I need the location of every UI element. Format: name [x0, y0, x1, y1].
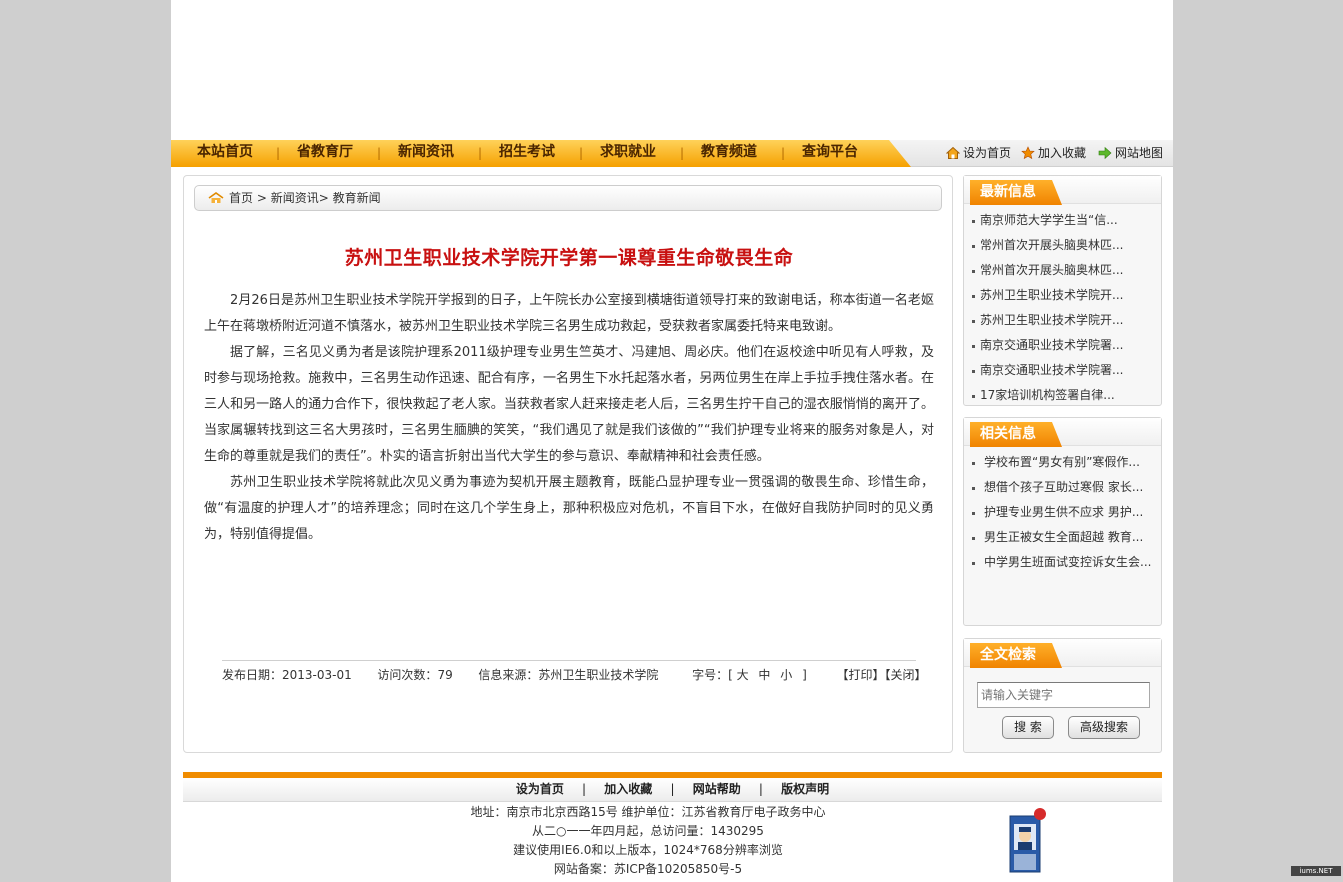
nav-item-employment[interactable]: 求职就业 — [600, 140, 656, 167]
close-button[interactable]: 【关闭】 — [884, 668, 926, 682]
related-info-title: 相关信息 — [970, 422, 1062, 447]
nav-separator: | — [276, 146, 281, 160]
font-size-bracket: ] — [802, 668, 807, 682]
nav-separator: | — [781, 146, 786, 160]
breadcrumb-home[interactable]: 首页 — [229, 191, 253, 205]
related-item[interactable]: 男生正被女生全面超越 教育... — [964, 525, 1161, 550]
visit-count: 79 — [437, 668, 453, 682]
footer-icp: 网站备案：苏ICP备10205850号-5 — [553, 862, 743, 876]
font-small-button[interactable]: 小 — [780, 668, 792, 682]
article-meta: 发布日期：2013-03-01 访问次数：79 信息来源：苏州卫生职业技术学院 … — [222, 660, 926, 683]
home-icon — [946, 146, 960, 159]
font-size-label: 字号：[ — [692, 668, 733, 682]
breadcrumb-current[interactable]: 教育新闻 — [333, 191, 381, 205]
watermark: iums.NET — [1291, 866, 1341, 876]
related-item[interactable]: 中学男生班面试变控诉女生会... — [964, 550, 1161, 575]
related-item[interactable]: 想借个孩子互助过寒假 家长... — [964, 475, 1161, 500]
green-arrow-icon — [1098, 146, 1112, 160]
set-homepage-label: 设为首页 — [963, 146, 1012, 160]
article-source: 苏州卫生职业技术学院 — [538, 668, 659, 682]
publish-date-label: 发布日期： — [222, 668, 283, 682]
latest-info-title: 最新信息 — [970, 180, 1062, 205]
footer-add-favorite[interactable]: 加入收藏 — [604, 782, 652, 796]
breadcrumb: 首页 > 新闻资讯> 教育新闻 — [194, 185, 942, 211]
font-large-button[interactable]: 大 — [737, 668, 749, 682]
latest-item[interactable]: 常州首次开展头脑奥林匹... — [964, 258, 1161, 283]
police-badge-icon[interactable] — [1008, 806, 1048, 876]
latest-item[interactable]: 南京交通职业技术学院署... — [964, 333, 1161, 358]
footer-links: 设为首页 | 加入收藏 | 网站帮助 | 版权声明 — [183, 772, 1162, 802]
related-info-list: 学校布置“男女有别”寒假作... 想借个孩子互助过寒假 家长... 护理专业男生… — [964, 446, 1161, 575]
latest-item[interactable]: 苏州卫生职业技术学院开... — [964, 283, 1161, 308]
latest-item[interactable]: 南京师范大学学生当“信... — [964, 208, 1161, 233]
search-title: 全文检索 — [970, 643, 1062, 668]
related-info-header: 相关信息 — [964, 418, 1161, 447]
header-banner — [171, 0, 1173, 140]
latest-info-header: 最新信息 — [964, 176, 1161, 205]
search-input[interactable] — [977, 682, 1150, 708]
visits-label: 访问次数： — [377, 668, 438, 682]
home-icon — [208, 192, 224, 203]
latest-item[interactable]: 常州首次开展头脑奥林匹... — [964, 233, 1161, 258]
article-paragraph: 苏州卫生职业技术学院将就此次见义勇为事迹为契机开展主题教育，既能凸显护理专业一贯… — [204, 475, 934, 542]
nav-item-news[interactable]: 新闻资讯 — [398, 140, 454, 167]
nav-separator: | — [377, 146, 382, 160]
page: 本站首页 | 省教育厅 | 新闻资讯 | 招生考试 | 求职就业 | 教育频道 … — [171, 0, 1173, 882]
nav-item-home[interactable]: 本站首页 — [197, 140, 253, 167]
set-homepage-link[interactable]: 设为首页 — [946, 140, 1011, 167]
publish-date: 2013-03-01 — [282, 668, 352, 682]
add-favorite-link[interactable]: 加入收藏 — [1021, 140, 1086, 167]
footer-separator: | — [758, 782, 763, 796]
fulltext-search-panel: 全文检索 搜 索 高级搜索 — [963, 638, 1162, 753]
font-medium-button[interactable]: 中 — [758, 668, 770, 682]
footer-address: 地址：南京市北京西路15号 维护单位：江苏省教育厅电子政务中心 — [470, 805, 826, 819]
nav-separator: | — [680, 146, 685, 160]
footer-info: 地址：南京市北京西路15号 维护单位：江苏省教育厅电子政务中心 从二○一一年四月… — [183, 803, 1113, 879]
article-paragraph: 据了解，三名见义勇为者是该院护理系2011级护理专业男生竺英才、冯建旭、周必庆。… — [204, 345, 934, 464]
latest-item[interactable]: 南京交通职业技术学院署... — [964, 358, 1161, 383]
footer-set-homepage[interactable]: 设为首页 — [516, 782, 564, 796]
footer-visit-count: 从二○一一年四月起，总访问量：1430295 — [532, 824, 764, 838]
latest-item[interactable]: 苏州卫生职业技术学院开... — [964, 308, 1161, 333]
sitemap-link[interactable]: 网站地图 — [1098, 140, 1163, 167]
main-nav: 本站首页 | 省教育厅 | 新闻资讯 | 招生考试 | 求职就业 | 教育频道 … — [171, 140, 1173, 167]
nav-separator: | — [579, 146, 584, 160]
footer-copyright[interactable]: 版权声明 — [781, 782, 829, 796]
footer-separator: | — [582, 782, 587, 796]
source-label: 信息来源： — [478, 668, 539, 682]
latest-info-panel: 最新信息 南京师范大学学生当“信... 常州首次开展头脑奥林匹... 常州首次开… — [963, 175, 1162, 406]
article-title: 苏州卫生职业技术学院开学第一课尊重生命敬畏生命 — [344, 247, 794, 269]
footer-help[interactable]: 网站帮助 — [693, 782, 741, 796]
breadcrumb-section[interactable]: 新闻资讯> — [271, 191, 329, 205]
nav-item-admissions[interactable]: 招生考试 — [499, 140, 555, 167]
footer-browser-note: 建议使用IE6.0和以上版本，1024*768分辨率浏览 — [513, 843, 783, 857]
footer-separator: | — [670, 782, 675, 796]
sitemap-label: 网站地图 — [1115, 146, 1164, 160]
article-body: 2月26日是苏州卫生职业技术学院开学报到的日子，上午院长办公室接到横塘街道领导打… — [204, 288, 934, 548]
nav-item-education-dept[interactable]: 省教育厅 — [297, 140, 353, 167]
nav-item-query-platform[interactable]: 查询平台 — [802, 140, 858, 167]
related-item[interactable]: 学校布置“男女有别”寒假作... — [964, 450, 1161, 475]
star-icon — [1021, 146, 1035, 160]
latest-item[interactable]: 17家培训机构签署自律... — [964, 383, 1161, 408]
related-info-panel: 相关信息 学校布置“男女有别”寒假作... 想借个孩子互助过寒假 家长... 护… — [963, 417, 1162, 626]
article-paragraph: 2月26日是苏州卫生职业技术学院开学报到的日子，上午院长办公室接到横塘街道领导打… — [204, 293, 934, 334]
nav-separator: | — [478, 146, 483, 160]
search-header: 全文检索 — [964, 639, 1161, 668]
article-panel: 首页 > 新闻资讯> 教育新闻 苏州卫生职业技术学院开学第一课尊重生命敬畏生命 … — [183, 175, 953, 753]
advanced-search-button[interactable]: 高级搜索 — [1068, 716, 1140, 739]
latest-info-list: 南京师范大学学生当“信... 常州首次开展头脑奥林匹... 常州首次开展头脑奥林… — [964, 204, 1161, 408]
related-item[interactable]: 护理专业男生供不应求 男护... — [964, 500, 1161, 525]
nav-item-education-channel[interactable]: 教育频道 — [701, 140, 757, 167]
search-button[interactable]: 搜 索 — [1002, 716, 1054, 739]
print-button[interactable]: 【打印】 — [836, 668, 884, 682]
add-favorite-label: 加入收藏 — [1038, 146, 1087, 160]
breadcrumb-separator: > — [256, 191, 267, 205]
